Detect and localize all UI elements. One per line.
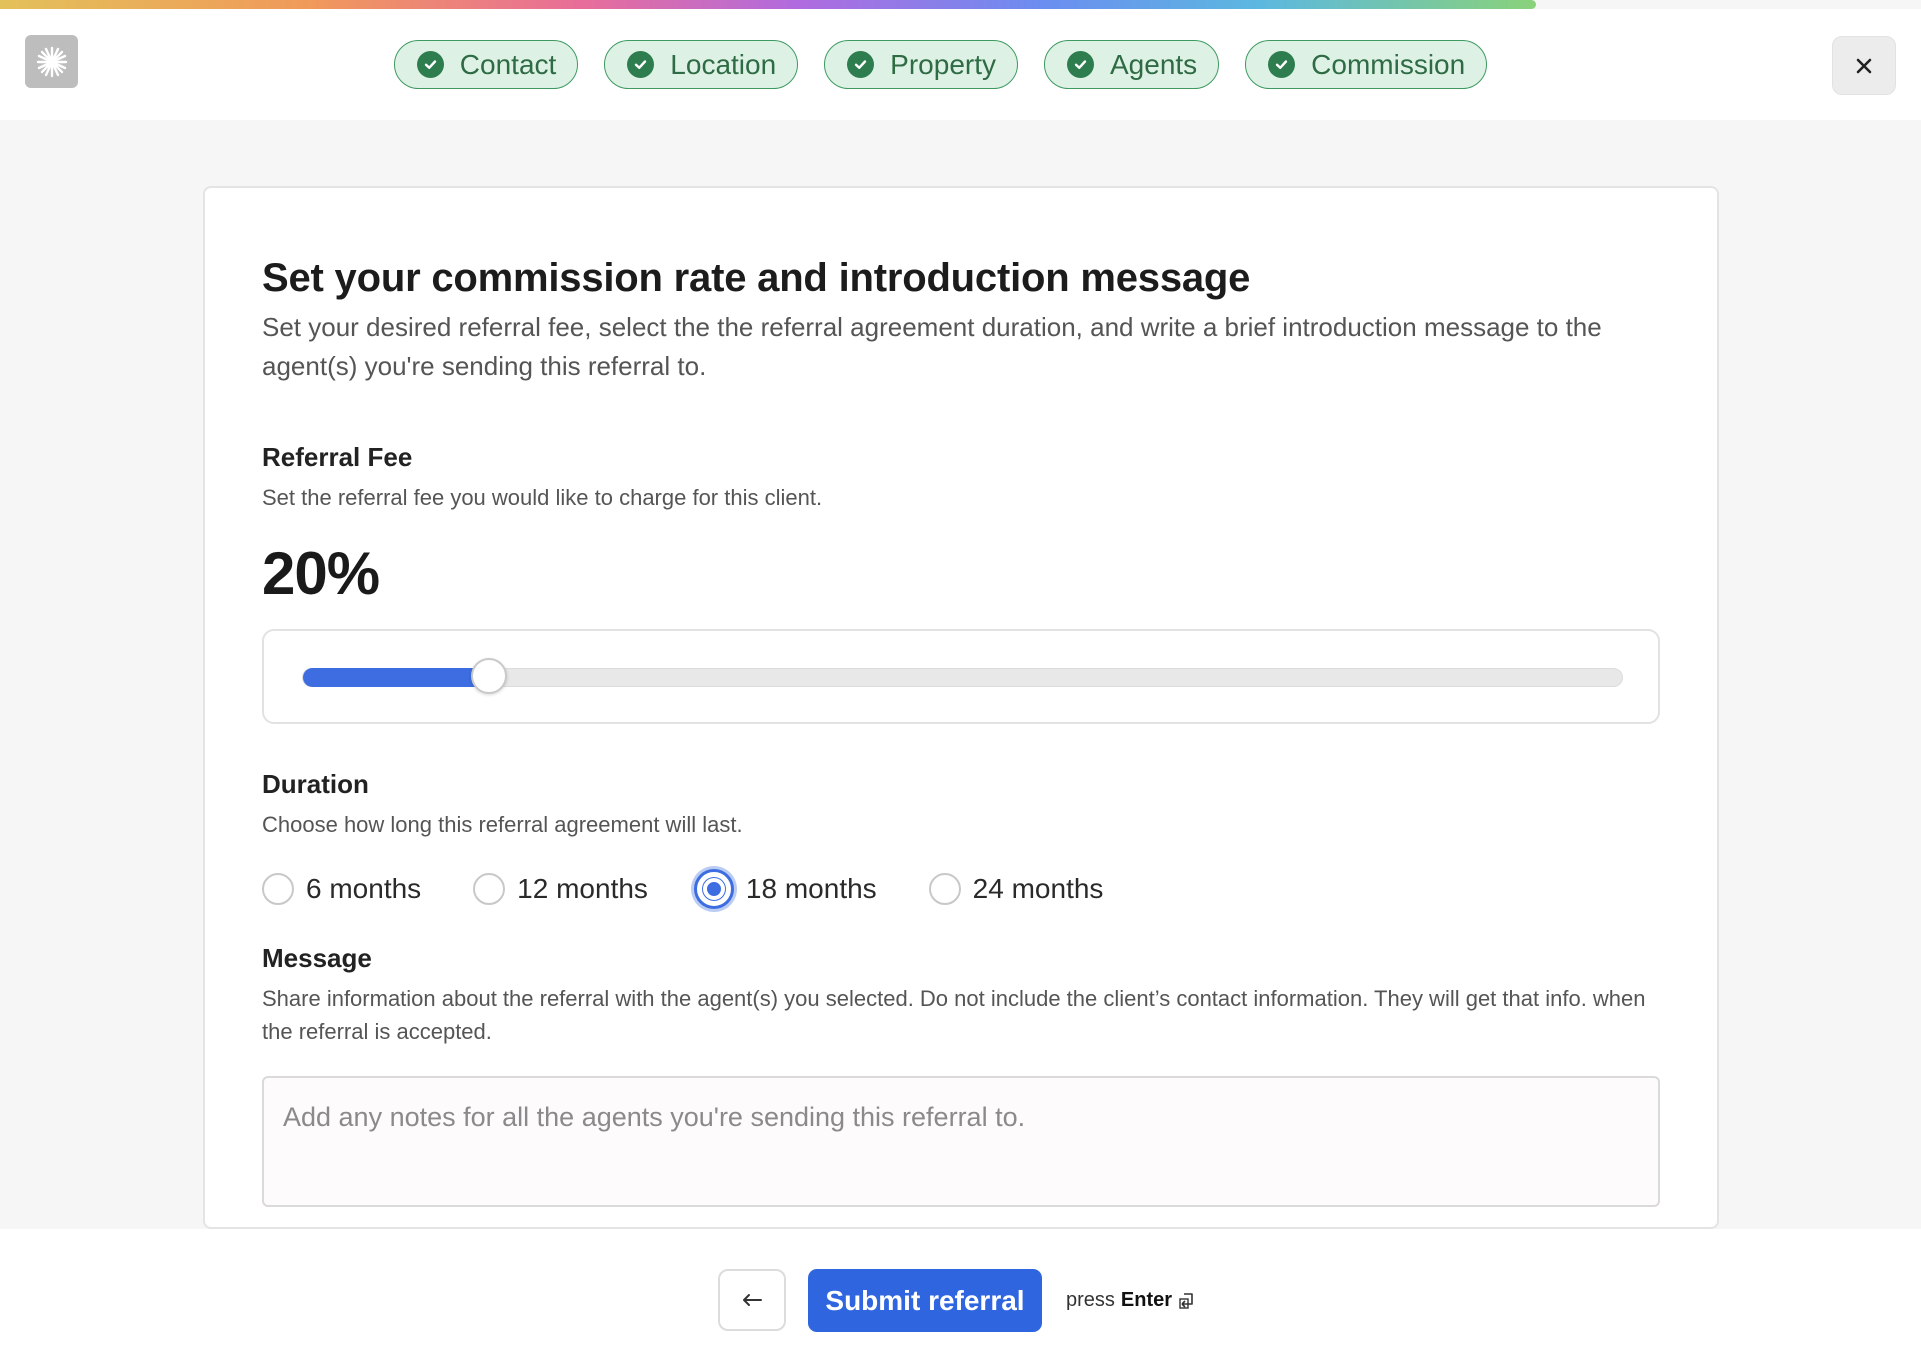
check-circle-icon bbox=[416, 51, 444, 78]
duration-title: Duration bbox=[262, 769, 369, 799]
step-commission[interactable]: Commission bbox=[1245, 40, 1488, 89]
step-label: Agents bbox=[1110, 48, 1198, 80]
radio-button[interactable] bbox=[473, 873, 506, 905]
step-label: Location bbox=[670, 48, 777, 80]
radio-button[interactable] bbox=[693, 869, 734, 909]
arrow-left-icon bbox=[743, 1294, 762, 1306]
message-description: Share information about the referral wit… bbox=[262, 986, 1646, 1044]
radio-button[interactable] bbox=[928, 873, 961, 905]
message-title: Message bbox=[262, 943, 372, 973]
hint-prefix: press bbox=[1066, 1289, 1115, 1311]
step-navigation: Contact Location Property Agents Commiss… bbox=[0, 40, 1921, 89]
card-content: Set your commission rate and introductio… bbox=[262, 254, 1660, 1212]
referral-fee-slider-fill bbox=[303, 668, 492, 687]
check-circle-icon bbox=[1067, 51, 1094, 78]
radio-label: 18 months bbox=[745, 873, 877, 904]
top-bar: Contact Location Property Agents Commiss… bbox=[0, 9, 1921, 120]
step-location[interactable]: Location bbox=[604, 40, 799, 89]
top-progress-bar bbox=[0, 0, 1536, 9]
page-title: Set your commission rate and introductio… bbox=[262, 256, 1251, 300]
footer-bar: Submit referral press Enter bbox=[0, 1229, 1921, 1352]
referral-fee-title: Referral Fee bbox=[262, 442, 413, 472]
radio-label: 12 months bbox=[517, 873, 648, 904]
close-icon bbox=[1856, 58, 1872, 73]
enter-key-icon bbox=[1179, 1292, 1193, 1309]
commission-card: Set your commission rate and introductio… bbox=[203, 186, 1719, 1229]
radio-button[interactable] bbox=[262, 873, 294, 905]
referral-fee-value: 20% bbox=[262, 540, 380, 607]
check-circle-icon bbox=[1268, 51, 1296, 78]
check-circle-icon bbox=[847, 51, 875, 78]
duration-description: Choose how long this referral agreement … bbox=[262, 812, 743, 837]
duration-option-6-months[interactable]: 6 months bbox=[262, 873, 421, 905]
step-agents[interactable]: Agents bbox=[1044, 40, 1220, 89]
step-property[interactable]: Property bbox=[824, 40, 1018, 89]
keyboard-hint: press Enter bbox=[1066, 1289, 1196, 1312]
duration-option-12-months[interactable]: 12 months bbox=[473, 873, 648, 905]
message-section: Message Share information about the refe… bbox=[262, 943, 1660, 1212]
radio-label: 6 months bbox=[306, 873, 422, 904]
duration-section: Duration Choose how long this referral a… bbox=[262, 769, 1660, 909]
referral-fee-section: Referral Fee Set the referral fee you wo… bbox=[262, 442, 1660, 724]
step-label: Contact bbox=[459, 48, 557, 80]
referral-fee-slider-thumb[interactable] bbox=[470, 658, 507, 694]
check-circle-icon bbox=[627, 51, 655, 78]
referral-fee-slider-container bbox=[262, 629, 1660, 724]
back-button[interactable] bbox=[718, 1269, 786, 1331]
close-button[interactable] bbox=[1832, 36, 1896, 95]
submit-referral-button[interactable]: Submit referral bbox=[808, 1269, 1042, 1332]
duration-option-24-months[interactable]: 24 months bbox=[928, 873, 1104, 905]
radio-label: 24 months bbox=[972, 873, 1104, 904]
duration-option-18-months[interactable]: 18 months bbox=[693, 869, 877, 909]
step-label: Commission bbox=[1311, 48, 1466, 80]
step-contact[interactable]: Contact bbox=[393, 40, 579, 89]
referral-fee-description: Set the referral fee you would like to c… bbox=[262, 485, 823, 510]
hint-key: Enter bbox=[1120, 1289, 1173, 1311]
page-subtitle: Set your desired referral fee, select th… bbox=[262, 312, 1602, 381]
message-input[interactable] bbox=[262, 1076, 1660, 1207]
step-label: Property bbox=[890, 48, 996, 80]
duration-radio-group: 6 months 12 months 18 months 24 months bbox=[262, 869, 1660, 909]
